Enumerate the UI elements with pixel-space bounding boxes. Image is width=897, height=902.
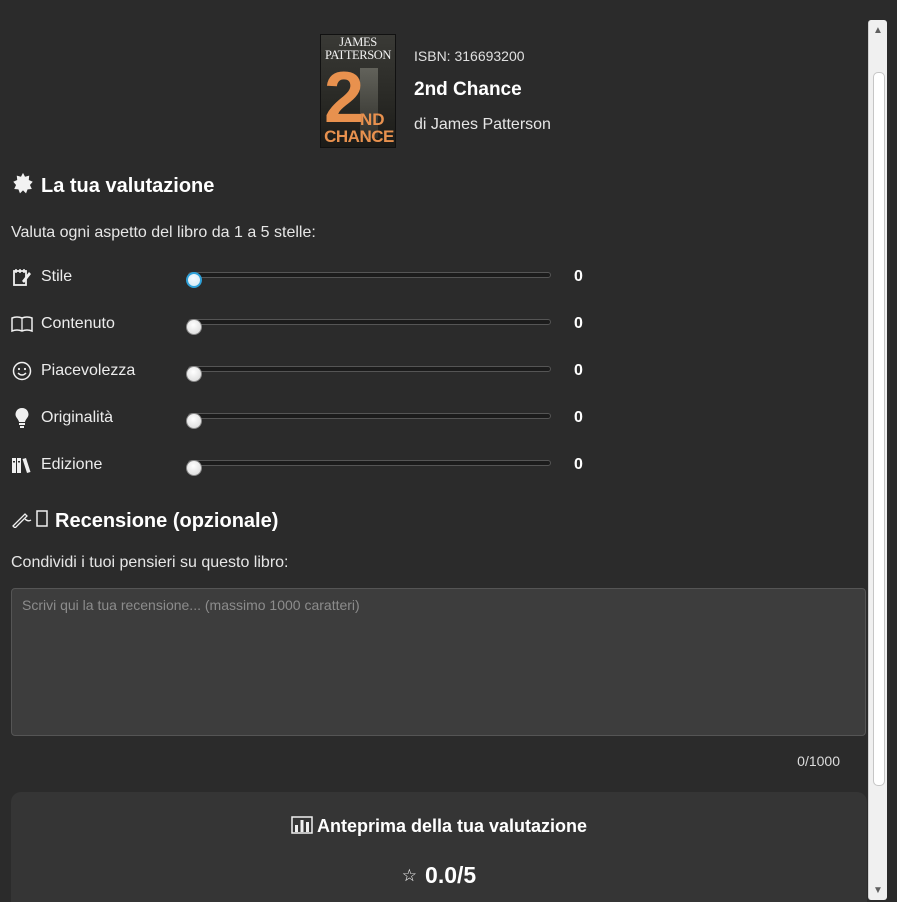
slider-thumb-piacevolezza[interactable] xyxy=(186,366,202,382)
open-book-icon xyxy=(11,313,33,335)
book-header: JAMES PATTERSON 2 ND CHANCE ISBN: 316693… xyxy=(320,34,620,149)
rating-row-piacevolezza: Piacevolezza 0 xyxy=(11,360,611,384)
rating-section-title: La tua valutazione xyxy=(11,172,214,200)
rating-row-stile: Stile 0 xyxy=(11,266,611,290)
badge-star-icon xyxy=(11,172,35,200)
writing-hand-icon xyxy=(11,508,49,534)
slider-thumb-edizione[interactable] xyxy=(186,460,202,476)
slider-thumb-originalita[interactable] xyxy=(186,413,202,429)
book-author: di James Patterson xyxy=(414,116,551,133)
rating-label-piacevolezza: Piacevolezza xyxy=(41,362,136,379)
book-cover-image: JAMES PATTERSON 2 ND CHANCE xyxy=(320,34,396,148)
book-title: 2nd Chance xyxy=(414,79,522,100)
review-char-count: 0/1000 xyxy=(797,753,840,769)
scrollbar-thumb[interactable] xyxy=(873,72,885,786)
scroll-up-arrow-icon[interactable]: ▲ xyxy=(869,22,887,38)
slider-contenuto[interactable] xyxy=(186,319,551,335)
smiley-icon xyxy=(11,360,33,382)
rating-value-stile: 0 xyxy=(574,268,583,285)
slider-thumb-stile[interactable] xyxy=(186,272,202,288)
vertical-scrollbar[interactable]: ▲ ▼ xyxy=(868,20,887,900)
notepad-pencil-icon xyxy=(11,266,33,288)
rating-row-contenuto: Contenuto 0 xyxy=(11,313,611,337)
lightbulb-icon xyxy=(11,407,33,429)
rating-label-edizione: Edizione xyxy=(41,456,103,473)
rating-label-originalita: Originalità xyxy=(41,409,114,426)
rating-row-originalita: Originalità 0 xyxy=(11,407,611,431)
review-textarea[interactable] xyxy=(11,588,866,736)
rating-value-originalita: 0 xyxy=(574,409,583,426)
review-section-title-text: Recensione (opzionale) xyxy=(55,509,279,532)
slider-stile[interactable] xyxy=(186,272,551,288)
cover-big-number: 2 xyxy=(324,58,365,138)
books-icon xyxy=(11,454,33,476)
star-icon: ☆ xyxy=(401,866,418,885)
scroll-down-arrow-icon[interactable]: ▼ xyxy=(869,882,887,898)
slider-edizione[interactable] xyxy=(186,460,551,476)
rating-window: JAMES PATTERSON 2 ND CHANCE ISBN: 316693… xyxy=(0,0,897,902)
scroll-content: JAMES PATTERSON 2 ND CHANCE ISBN: 316693… xyxy=(0,0,868,902)
rating-value-edizione: 0 xyxy=(574,456,583,473)
rating-value-contenuto: 0 xyxy=(574,315,583,332)
rating-row-edizione: Edizione 0 xyxy=(11,454,611,478)
slider-thumb-contenuto[interactable] xyxy=(186,319,202,335)
preview-title-text: Anteprima della tua valutazione xyxy=(316,816,588,836)
review-section-title: Recensione (opzionale) xyxy=(11,508,278,534)
preview-score-value: 0.0/5 xyxy=(425,862,477,888)
bar-chart-icon xyxy=(291,816,313,839)
rating-preview-card: Anteprima della tua valutazione ☆ 0.0/5 xyxy=(11,792,867,902)
rating-label-contenuto: Contenuto xyxy=(41,315,115,332)
preview-title: Anteprima della tua valutazione xyxy=(11,816,867,839)
slider-originalita[interactable] xyxy=(186,413,551,429)
slider-piacevolezza[interactable] xyxy=(186,366,551,382)
preview-score: ☆ 0.0/5 xyxy=(11,862,867,889)
review-prompt: Condividi i tuoi pensieri su questo libr… xyxy=(11,554,289,571)
cover-word: CHANCE xyxy=(324,127,394,146)
rating-instructions: Valuta ogni aspetto del libro da 1 a 5 s… xyxy=(11,224,316,241)
rating-section-title-text: La tua valutazione xyxy=(41,174,215,197)
rating-value-piacevolezza: 0 xyxy=(574,362,583,379)
rating-label-stile: Stile xyxy=(41,268,73,285)
book-isbn: ISBN: 316693200 xyxy=(414,48,525,64)
